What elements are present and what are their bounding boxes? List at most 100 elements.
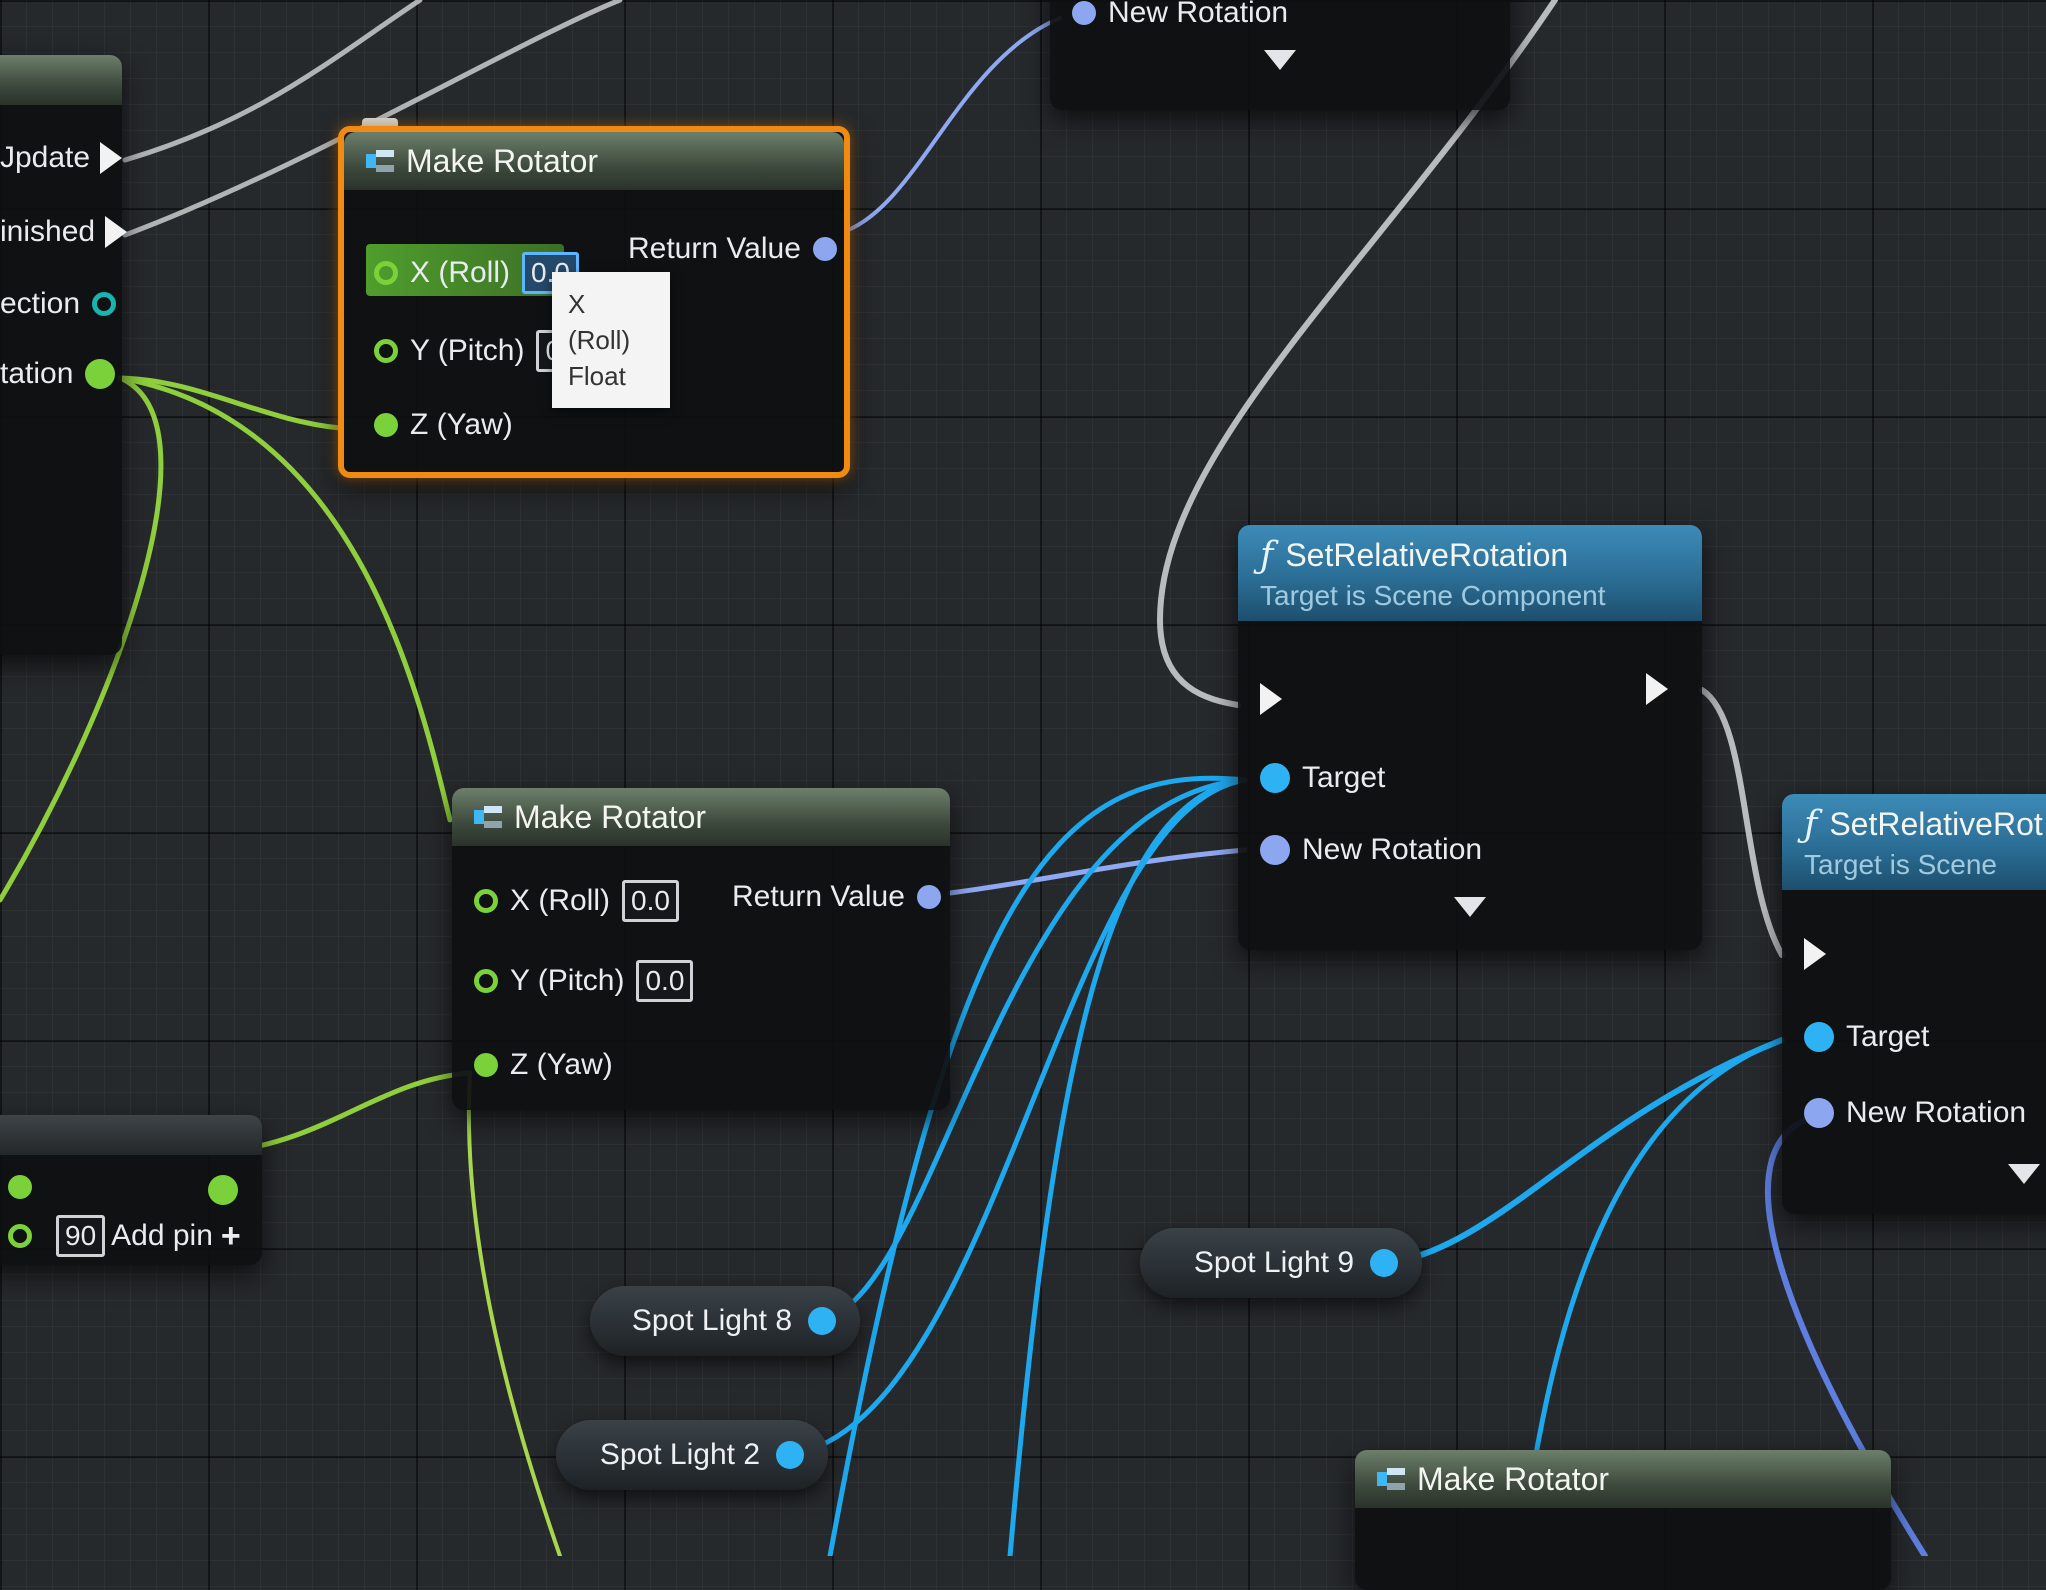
object-wire [1007, 777, 1248, 1556]
y-pitch-label: Y (Pitch) [410, 334, 525, 367]
struct-make-icon [474, 806, 504, 828]
spot-light-8-node[interactable]: Spot Light 8 [590, 1286, 860, 1356]
float-wire [466, 1071, 562, 1556]
make-rotator-2-return[interactable]: Return Value [732, 880, 941, 914]
math-node-value-row[interactable]: 90 Add pin + [8, 1215, 241, 1257]
spot-light-9-label: Spot Light 9 [1193, 1246, 1354, 1279]
blueprint-graph[interactable]: Jpdate inished ection tation New Rotatio… [0, 0, 2046, 1590]
left-event-node-header [0, 55, 122, 105]
y-pitch-input[interactable]: 0.0 [636, 960, 694, 1002]
exec-in-pin[interactable] [1804, 938, 1826, 970]
left-event-node[interactable]: Jpdate inished ection tation [0, 55, 128, 655]
pin-finished[interactable]: inished [0, 215, 128, 249]
make-rotator-node-1[interactable]: Make Rotator X (Roll) 0.0 Y (Pitch) 0. Z… [338, 126, 850, 478]
spot-light-9-pin[interactable] [1370, 1249, 1398, 1277]
math-input-pin-b[interactable] [8, 1224, 32, 1248]
pin-new-rotation-socket[interactable] [85, 359, 116, 389]
x-roll-label: X (Roll) [410, 256, 511, 289]
y-pitch-pin[interactable] [474, 969, 498, 993]
z-yaw-label: Z (Yaw) [510, 1048, 613, 1081]
add-pin-icon[interactable]: + [221, 1217, 241, 1256]
math-value-input[interactable]: 90 [56, 1215, 106, 1257]
target-pin[interactable] [1260, 763, 1290, 793]
make-rotator-2-z-yaw[interactable]: Z (Yaw) [474, 1048, 613, 1082]
make-rotator-1-z-yaw[interactable]: Z (Yaw) [374, 408, 513, 442]
math-output-pin[interactable] [208, 1175, 238, 1205]
spot-light-8-pin[interactable] [808, 1307, 836, 1335]
struct-make-icon [366, 150, 396, 172]
dropdown-arrow-icon[interactable] [1264, 50, 1296, 70]
top-pin-new-rotation[interactable]: New Rotation [1072, 0, 1288, 30]
pin-finished-label: inished [0, 215, 96, 248]
function-icon: ƒ [1804, 803, 1818, 845]
set-relative-rotation-2-target[interactable]: Target [1804, 1020, 1929, 1054]
tooltip-pin-name: X (Roll) [568, 289, 631, 355]
math-input-pin-a[interactable] [8, 1175, 32, 1199]
set-relative-rotation-1-new-rotation[interactable]: New Rotation [1260, 833, 1482, 867]
dropdown-arrow-icon[interactable] [1454, 897, 1486, 917]
return-value-pin[interactable] [916, 885, 941, 909]
top-pin-new-rotation-socket[interactable] [1072, 1, 1096, 25]
return-value-pin[interactable] [812, 237, 837, 261]
rotator-wire [947, 847, 1248, 896]
make-rotator-1-x-roll[interactable]: X (Roll) 0.0 [374, 252, 579, 294]
pin-new-rotation[interactable]: tation [0, 357, 127, 391]
return-value-label: Return Value [628, 232, 801, 265]
exec-out-update[interactable] [100, 142, 123, 174]
y-pitch-pin[interactable] [374, 339, 398, 363]
spot-light-2-pin[interactable] [776, 1441, 804, 1469]
exec-wire [1699, 687, 1785, 958]
math-node-header [0, 1115, 262, 1155]
pin-direction-label: ection [0, 287, 81, 320]
set-relative-rotation-1-target[interactable]: Target [1260, 761, 1385, 795]
math-node[interactable]: 90 Add pin + [0, 1115, 262, 1265]
spot-light-9-node[interactable]: Spot Light 9 [1140, 1228, 1422, 1298]
make-rotator-1-header[interactable]: Make Rotator [344, 132, 844, 190]
rotator-wire [846, 16, 1062, 232]
set-relative-rotation-1-subtitle: Target is Scene Component [1260, 579, 1606, 611]
new-rotation-pin[interactable] [1260, 835, 1290, 865]
dropdown-arrow-icon[interactable] [2008, 1164, 2040, 1184]
object-wire [1527, 1037, 1785, 1493]
make-rotator-1-y-pitch[interactable]: Y (Pitch) 0. [374, 330, 578, 372]
new-rotation-label: New Rotation [1846, 1096, 2027, 1129]
x-roll-pin[interactable] [474, 889, 498, 913]
exec-out-finished[interactable] [105, 216, 128, 248]
make-rotator-node-3[interactable]: Make Rotator [1355, 1450, 1891, 1590]
make-rotator-node-2[interactable]: Make Rotator X (Roll) 0.0 Y (Pitch) 0.0 … [452, 788, 950, 1110]
pin-tooltip: X (Roll) Float [552, 272, 670, 408]
z-yaw-pin[interactable] [474, 1053, 498, 1077]
pin-update[interactable]: Jpdate [0, 141, 123, 175]
struct-make-icon [1377, 1468, 1407, 1490]
make-rotator-2-x-roll[interactable]: X (Roll) 0.0 [474, 880, 679, 922]
set-relative-rotation-node-2[interactable]: ƒ SetRelativeRot Target is Scene Target … [1782, 794, 2046, 1214]
make-rotator-1-return[interactable]: Return Value [628, 232, 837, 266]
exec-out-pin[interactable] [1646, 673, 1668, 705]
set-relative-rotation-2-header[interactable]: ƒ SetRelativeRot Target is Scene [1782, 794, 2046, 890]
target-pin[interactable] [1804, 1022, 1834, 1052]
pin-direction-socket[interactable] [92, 292, 117, 316]
make-rotator-2-header[interactable]: Make Rotator [452, 788, 950, 846]
pin-direction[interactable]: ection [0, 287, 128, 321]
make-rotator-2-y-pitch[interactable]: Y (Pitch) 0.0 [474, 960, 694, 1002]
wire-layer [0, 0, 1928, 1556]
exec-in-pin[interactable] [1260, 683, 1282, 715]
x-roll-pin[interactable] [374, 261, 398, 285]
z-yaw-pin[interactable] [374, 413, 398, 437]
x-roll-input[interactable]: 0.0 [622, 880, 679, 922]
y-pitch-label: Y (Pitch) [510, 964, 625, 997]
set-relative-rotation-1-header[interactable]: ƒ SetRelativeRotation Target is Scene Co… [1238, 525, 1702, 621]
set-relative-rotation-1-title: SetRelativeRotation [1285, 536, 1569, 573]
z-yaw-label: Z (Yaw) [410, 408, 513, 441]
set-relative-rotation-2-new-rotation[interactable]: New Rotation [1804, 1096, 2026, 1130]
set-relative-rotation-node-1[interactable]: ƒ SetRelativeRotation Target is Scene Co… [1238, 525, 1702, 950]
add-pin-label[interactable]: Add pin [111, 1219, 213, 1253]
top-pin-new-rotation-label: New Rotation [1108, 0, 1289, 29]
spot-light-2-node[interactable]: Spot Light 2 [556, 1420, 828, 1490]
make-rotator-2-title: Make Rotator [514, 798, 707, 835]
make-rotator-3-header[interactable]: Make Rotator [1355, 1450, 1891, 1508]
new-rotation-pin[interactable] [1804, 1098, 1834, 1128]
x-roll-label: X (Roll) [510, 884, 611, 917]
top-partial-node[interactable]: New Rotation [1050, 0, 1510, 110]
target-label: Target [1846, 1020, 1930, 1053]
